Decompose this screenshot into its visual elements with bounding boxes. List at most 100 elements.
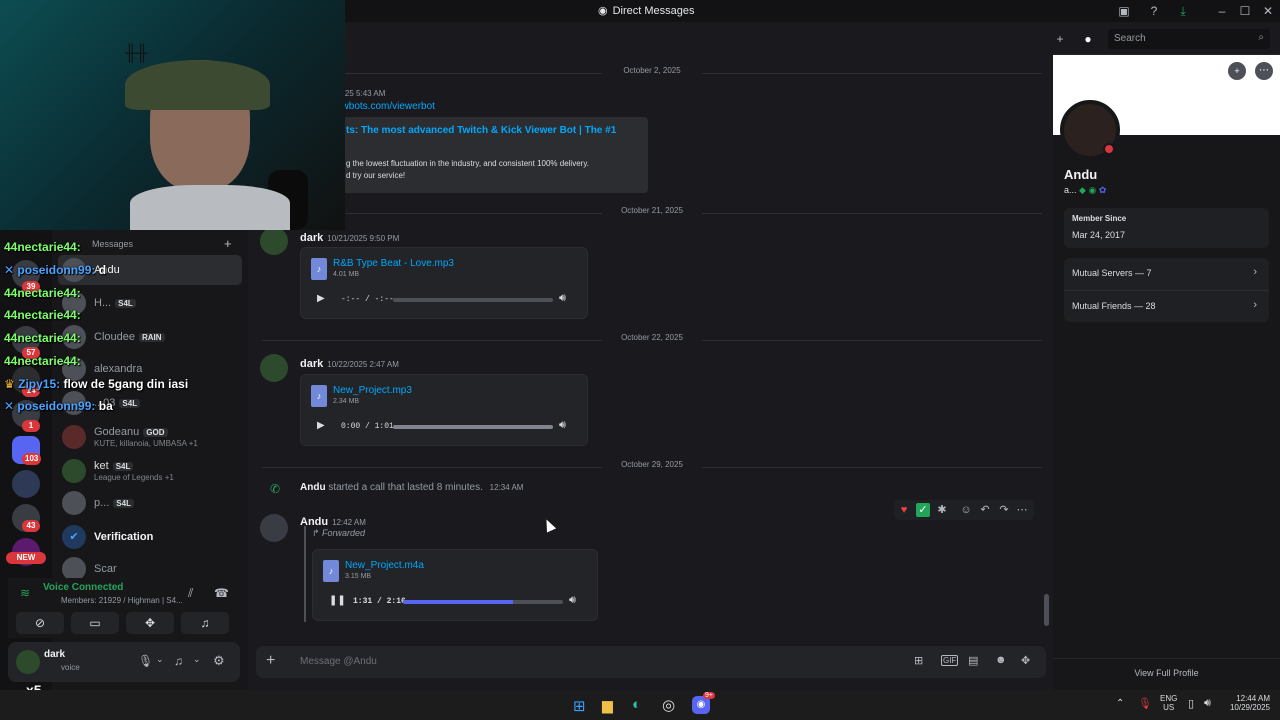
dm-item[interactable]: ket S4L League of Legends +1 [62,454,242,488]
system-clock[interactable]: 12:44 AM 10/29/2025 [1222,694,1270,712]
chevron-right-icon[interactable]: › [1253,299,1257,311]
play-icon[interactable]: ▶ [317,293,329,305]
heart-reaction-icon[interactable]: ♥ [897,503,911,517]
battery-icon[interactable]: ▯ [1188,697,1194,710]
avatar[interactable] [16,650,40,674]
add-reaction-icon[interactable]: ☺ [959,503,973,517]
chevron-down-icon[interactable]: ⌄ [156,654,164,665]
chevron-right-icon[interactable]: › [1253,266,1257,278]
gif-icon[interactable]: GIF [941,655,959,666]
dm-item[interactable]: Cloudee RAIN [62,320,242,354]
edge-icon[interactable]: ◐ [632,696,641,713]
tray-chevron-icon[interactable]: ⌃ [1116,698,1124,709]
seek-bar[interactable] [393,425,553,429]
noise-suppression-icon[interactable]: ⫽ [188,586,193,601]
unread-badge: 1 [22,420,40,432]
microphone-icon[interactable]: 🎙︎ [138,654,153,668]
message-timestamp: 10/21/2025 9:50 PM [327,234,400,243]
audio-attachment: ♪ New_Project.mp3 2.34 MB ▶ 0:00 / 1:01 … [300,374,588,446]
chevron-down-icon[interactable]: ⌄ [193,654,201,665]
signal-icon[interactable]: ≋ [20,586,30,600]
add-friend-icon[interactable]: + [1228,62,1246,80]
date-separator: October 2, 2025 [262,66,1042,80]
apps-icon[interactable]: ✥ [1021,654,1030,667]
create-dm-icon[interactable]: + [224,236,232,251]
file-name[interactable]: R&B Type Beat - Love.mp3 [333,258,454,269]
avatar [62,459,86,483]
language-indicator[interactable]: ENG US [1160,694,1177,712]
help-icon[interactable]: ? [1146,3,1162,19]
volume-icon[interactable]: 🔊︎ [559,419,566,432]
mutual-friends[interactable]: Mutual Friends — 28 [1072,301,1156,311]
volume-icon[interactable]: 🔊︎ [559,292,566,305]
file-explorer-icon[interactable]: ▆ [602,697,613,714]
username[interactable]: dark [44,649,65,660]
windows-start-icon[interactable]: ⊞ [573,697,586,715]
message-author[interactable]: Andu [300,482,326,493]
dm-header: Messages [92,239,134,249]
speaker-icon[interactable]: 🔊︎ [1204,697,1211,710]
gift-icon[interactable]: ⊞ [914,654,923,667]
inbox-icon[interactable]: ▣ [1116,3,1132,19]
file-name[interactable]: New_Project.mp3 [333,385,412,396]
message-timestamp: 10/22/2025 2:47 AM [327,360,399,369]
disconnect-icon[interactable]: ☎ [214,586,229,600]
add-attachment-icon[interactable]: + [266,652,275,670]
camera-off-icon[interactable]: ⊘ [16,612,64,634]
seek-bar[interactable] [393,298,553,302]
avatar[interactable] [260,227,288,255]
view-full-profile-link[interactable]: View Full Profile [1053,668,1280,678]
scrollbar[interactable] [1044,594,1049,626]
microphone-icon[interactable]: 🎙︎ [1138,697,1152,710]
voice-detail[interactable]: Members: 21929 / Highman | S4... [61,596,183,605]
close-icon[interactable]: ✕ [1260,3,1276,19]
badge-icon[interactable]: ◆ [1079,185,1086,195]
screen-share-icon[interactable]: ▭ [71,612,119,634]
more-icon[interactable]: ⋯ [1255,62,1273,80]
activities-icon[interactable]: ✥ [126,612,174,634]
soundboard-icon[interactable]: ♫ [181,612,229,634]
voice-status[interactable]: Voice Connected [43,582,123,593]
message-link[interactable]: ewbots.com/viewerbot [336,101,435,112]
seek-bar[interactable] [403,600,563,604]
file-name[interactable]: New_Project.m4a [345,560,424,571]
message-input[interactable]: Message @Andu [300,656,377,667]
play-icon[interactable]: ▶ [317,420,329,432]
minimize-icon[interactable]: – [1214,3,1230,19]
streamer-hat [125,60,270,110]
more-icon[interactable]: ⋯ [1015,503,1029,517]
webcam-overlay: ╫╫ [0,0,345,230]
dm-item[interactable]: H... S4L [62,286,242,320]
embed-title[interactable]: ts: The most advanced Twitch & Kick View… [346,125,616,136]
date-separator: October 22, 2025 [262,333,1042,347]
dm-item[interactable]: p... S4L [62,486,242,520]
badge-icon[interactable]: ◉ [1088,185,1096,195]
volume-icon[interactable]: 🔊︎ [569,594,576,607]
message-author[interactable]: dark [300,232,323,244]
new-badge: NEW [6,552,46,564]
forward-icon[interactable]: ↷ [997,503,1011,517]
obs-icon[interactable]: ◎ [662,696,675,714]
pause-icon[interactable]: ❚❚ [329,595,346,607]
download-icon[interactable]: ⤓ [1175,3,1191,19]
user-profile-icon[interactable]: ● [1080,31,1096,47]
nitro-badge-icon[interactable]: ✿ [1099,185,1107,195]
add-friend-icon[interactable]: + [1052,31,1068,47]
reply-icon[interactable]: ↶ [978,503,992,517]
search-input[interactable]: Search ⌕ [1108,29,1270,49]
avatar[interactable] [260,514,288,542]
headphones-icon[interactable]: ♫ [174,654,183,668]
emoji-icon[interactable]: ☻ [995,654,1007,666]
mutual-servers[interactable]: Mutual Servers — 7 [1072,268,1152,278]
sticker-icon[interactable]: ▤ [968,654,978,667]
dm-item[interactable]: ✔ Verification [62,520,242,554]
reaction-icon[interactable]: ✱ [935,503,949,517]
check-reaction-icon[interactable]: ✓ [916,503,930,517]
server-icon[interactable] [12,470,40,498]
avatar[interactable] [260,354,288,382]
gear-icon[interactable]: ⚙ [213,653,225,669]
maximize-icon[interactable]: ☐ [1237,3,1253,19]
message-author[interactable]: dark [300,358,323,370]
message-composer[interactable]: + Message @Andu ⊞ GIF ▤ ☻ ✥ [256,646,1046,678]
dm-item[interactable]: Godeanu GOD KUTE, killanoia, UMBASA +1 [62,420,242,454]
